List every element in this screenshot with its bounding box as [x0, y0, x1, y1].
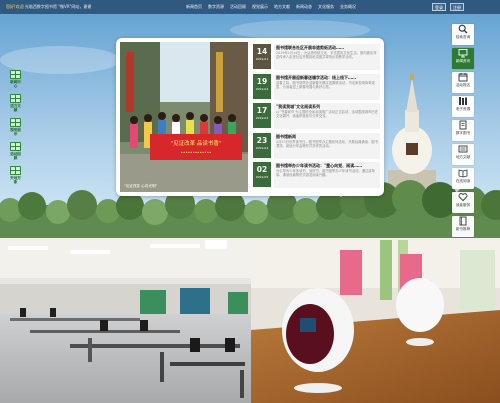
news-photo[interactable]: "见证改革 品读书香" ••••••••••••• "见证改变 心向光明" — [120, 42, 248, 192]
tool-label: 读者服务 — [455, 203, 471, 207]
news-text: 图书馆新闻 4月23日世界读书日，图书馆举办主题系列活动，开展经典诵读、图书漂流… — [274, 132, 380, 159]
tool-search[interactable]: 检索查询 — [452, 24, 474, 45]
register-button[interactable]: 注册 — [450, 3, 464, 11]
news-summary: 迎春之际，图书馆举办迎新春写福字送春联活动，书法家现场挥毫泼墨，为读者送上新春祝… — [276, 80, 375, 89]
nav-item[interactable]: 新闻首页 — [186, 4, 202, 10]
login-button[interactable]: 登录 — [432, 3, 446, 11]
nav-item[interactable]: 地方文献 — [274, 4, 290, 10]
news-item[interactable]: 02 2019-05 图书馆举办少年读书活动："童心向党、阅读…… 为引导青少年… — [253, 161, 380, 191]
news-year-month: 2019-02 — [255, 86, 269, 91]
left-menu-label: 活动回顾 — [10, 152, 21, 160]
news-summary: 以"书香城市"为主题的全民阅读推广活动正式启动，活动围绕城市历史文化展开，读者积… — [276, 110, 378, 119]
tool-online-reading[interactable]: 在线阅读 — [452, 168, 474, 189]
news-summary: 4月23日世界读书日，图书馆举办主题系列活动，开展经典诵读、图书漂流、阅读分享会… — [276, 139, 378, 148]
nav-item[interactable]: 活动回顾 — [230, 4, 246, 10]
tool-label: 新书推荐 — [455, 227, 471, 231]
ebook-icon — [459, 120, 467, 130]
left-menu-item[interactable]: 新闻中心 — [9, 70, 22, 88]
tool-label: 新闻资讯 — [455, 59, 471, 63]
left-menu-item[interactable]: 活动回顾 — [9, 142, 22, 160]
tool-e-resources[interactable]: 电子资源 — [452, 96, 474, 117]
news-year-month: 2019-01 — [255, 57, 269, 61]
top-bar: 您好!欢迎 光临西数字图书馆 "微VR"网站，谢谢 新闻首页 数字资源 活动回顾… — [0, 0, 500, 14]
welcome-message: 您好!欢迎 光临西数字图书馆 "微VR"网站，谢谢 — [6, 4, 91, 10]
tool-label: 在线阅读 — [455, 179, 471, 183]
news-text: 图书馆举办少年读书活动："童心向党、阅读…… 为引导青少年多读书、读好书，图书馆… — [274, 162, 380, 188]
tool-digital-books[interactable]: 数字图书 — [452, 120, 474, 141]
bookshelf-icon — [459, 97, 467, 105]
news-summary: 为引导青少年多读书、读好书，图书馆举办少年读书活动，通过讲故事、诵读经典等形式激… — [276, 169, 375, 178]
egg-chair-photo — [251, 238, 500, 403]
grid-icon — [10, 70, 21, 79]
news-text: 图书馆开展迎新春送福字活动：线上线下…… 迎春之际，图书馆举办迎新春写福字送春联… — [274, 73, 380, 100]
news-panel: "见证改革 品读书香" ••••••••••••• "见证改变 心向光明" 14… — [116, 38, 384, 196]
news-date-badge: 23 2019-04 — [253, 132, 271, 158]
nav-item[interactable]: 新闻动态 — [296, 4, 312, 10]
left-menu-label: 活力文献 — [10, 104, 21, 112]
news-day: 14 — [256, 47, 268, 56]
news-text: 图书馆联合社区开展非遗剪纸活动…… 2019年1月14日，为弘扬传统文化，丰富居… — [274, 44, 380, 70]
news-day: 02 — [256, 165, 268, 174]
left-menu-item[interactable]: 活力文献 — [9, 94, 22, 112]
news-item[interactable]: 14 2019-01 图书馆联合社区开展非遗剪纸活动…… 2019年1月14日，… — [253, 43, 380, 73]
news-day: 23 — [256, 135, 268, 145]
heart-icon — [458, 193, 468, 202]
tool-label: 检索查询 — [455, 35, 471, 39]
grid-icon — [10, 166, 21, 175]
news-year-month: 2019-03 — [255, 116, 269, 120]
news-list: 14 2019-01 图书馆联合社区开展非遗剪纸活动…… 2019年1月14日，… — [253, 43, 380, 191]
left-menu-label: 天地万象 — [10, 176, 21, 184]
tool-reader-services[interactable]: 读者服务 — [452, 192, 474, 213]
news-year-month: 2019-04 — [255, 145, 269, 150]
news-day: 19 — [256, 76, 268, 86]
main-nav: 新闻首页 数字资源 活动回顾 视觉展示 地方文献 新闻动态 文化服务 业务概况 — [186, 4, 356, 10]
computer-room-photo — [0, 238, 251, 403]
tool-label: 电子资源 — [455, 107, 471, 111]
news-date-badge: 14 2019-01 — [253, 44, 271, 69]
news-item[interactable]: 19 2019-02 图书馆开展迎新春送福字活动：线上线下…… 迎春之际，图书馆… — [253, 73, 380, 103]
tool-label: 地方文献 — [455, 155, 471, 159]
news-text: "我读我城"文化阅读系列 以"书香城市"为主题的全民阅读推广活动正式启动，活动围… — [274, 103, 380, 129]
photo-caption: "见证改变 心向光明" — [124, 184, 158, 188]
grid-icon — [10, 94, 21, 103]
left-menu-label: 新闻中心 — [10, 80, 21, 88]
red-banner — [150, 134, 242, 160]
nav-item[interactable]: 视觉展示 — [252, 4, 268, 10]
tool-new-books[interactable]: 新书推荐 — [452, 216, 474, 237]
left-menu-item[interactable]: 视觉展示 — [9, 118, 22, 136]
grid-icon — [10, 118, 21, 127]
news-date-badge: 17 2019-03 — [253, 103, 271, 128]
news-year-month: 2019-05 — [255, 175, 269, 179]
group-photo-image: "见证改革 品读书香" ••••••••••••• — [120, 42, 248, 192]
news-item[interactable]: 17 2019-03 "我读我城"文化阅读系列 以"书香城市"为主题的全民阅读推… — [253, 102, 380, 132]
banner-text: "见证改革 品读书香" — [171, 139, 222, 147]
news-date-badge: 02 2019-05 — [253, 162, 271, 187]
reader-icon — [458, 169, 468, 178]
document-icon — [458, 145, 468, 153]
welcome-text: 光临西数字图书馆 "微VR"网站，谢谢 — [24, 4, 92, 9]
svg-text:•••••••••••••: ••••••••••••• — [181, 150, 212, 155]
news-item[interactable]: 23 2019-04 图书馆新闻 4月23日世界读书日，图书馆举办主题系列活动，… — [253, 132, 380, 162]
welcome-greeting: 您好!欢迎 — [6, 4, 24, 9]
news-date-badge: 19 2019-02 — [253, 73, 271, 99]
left-menu-item[interactable]: 天地万象 — [9, 166, 22, 184]
news-day: 17 — [256, 106, 268, 115]
right-tool-bar: 检索查询 新闻资讯 活动报名 电子资源 数字图书 地方文献 在线阅读 读者服务 … — [452, 22, 474, 240]
left-menu-label: 视觉展示 — [10, 128, 21, 136]
nav-item[interactable]: 文化服务 — [318, 4, 334, 10]
nav-item[interactable]: 数字资源 — [208, 4, 224, 10]
tool-label: 活动报名 — [455, 83, 471, 87]
news-summary: 2019年1月14日，为弘扬传统文化，丰富居民文化生活，馆内邀请非遗传承人走进社… — [276, 51, 377, 60]
monitor-icon — [458, 49, 468, 58]
grid-icon — [10, 142, 21, 151]
nav-item[interactable]: 业务概况 — [340, 4, 356, 10]
left-side-menu: 新闻中心 活力文献 视觉展示 活动回顾 天地万象 — [9, 70, 24, 190]
tool-news[interactable]: 新闻资讯 — [452, 48, 474, 69]
tool-local-docs[interactable]: 地方文献 — [452, 144, 474, 165]
tool-activity[interactable]: 活动报名 — [452, 72, 474, 93]
tool-label: 数字图书 — [455, 131, 471, 135]
book-icon — [459, 216, 467, 226]
search-icon — [458, 24, 468, 34]
calendar-icon — [458, 73, 468, 82]
